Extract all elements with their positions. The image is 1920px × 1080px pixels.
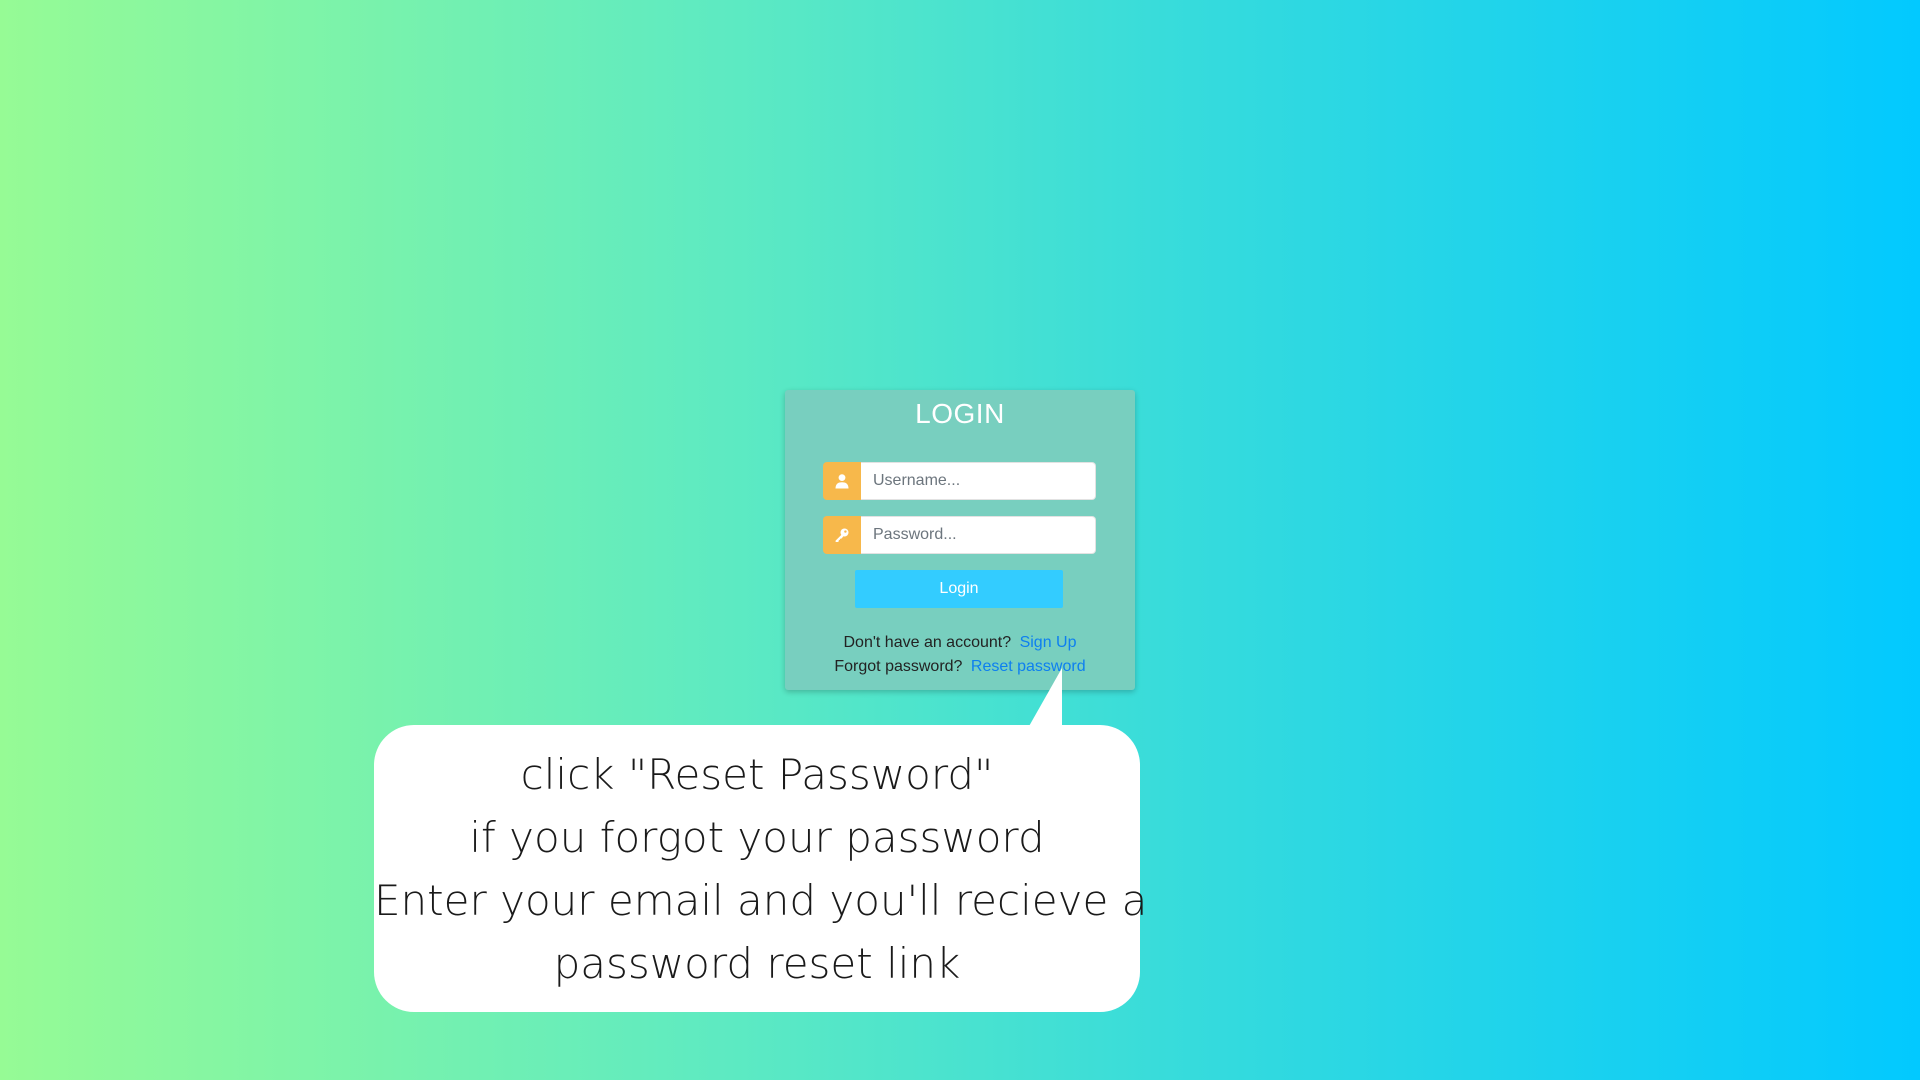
tutorial-callout: click "Reset Password" if you forgot you… bbox=[374, 725, 1148, 1012]
user-icon bbox=[823, 462, 861, 500]
key-icon bbox=[823, 516, 861, 554]
login-title: LOGIN bbox=[915, 398, 1005, 429]
callout-line: if you forgot your password bbox=[469, 813, 1045, 862]
password-input[interactable] bbox=[861, 516, 1096, 554]
callout-line: password reset link bbox=[553, 939, 961, 988]
login-card: LOGIN Login Don't have an account? Sign … bbox=[785, 390, 1135, 690]
username-group bbox=[823, 462, 1096, 500]
signup-prompt: Don't have an account? bbox=[843, 634, 1012, 651]
reset-prompt: Forgot password? bbox=[834, 658, 963, 675]
callout-line: Enter your email and you'll recieve a bbox=[374, 876, 1148, 925]
login-button[interactable]: Login bbox=[855, 570, 1063, 608]
reset-row: Forgot password? Reset password bbox=[785, 658, 1135, 676]
callout-tail bbox=[1028, 668, 1062, 728]
callout-line: click "Reset Password" bbox=[520, 750, 994, 799]
password-group bbox=[823, 516, 1096, 554]
username-input[interactable] bbox=[861, 462, 1096, 500]
signup-link[interactable]: Sign Up bbox=[1020, 634, 1077, 651]
signup-row: Don't have an account? Sign Up bbox=[785, 634, 1135, 652]
